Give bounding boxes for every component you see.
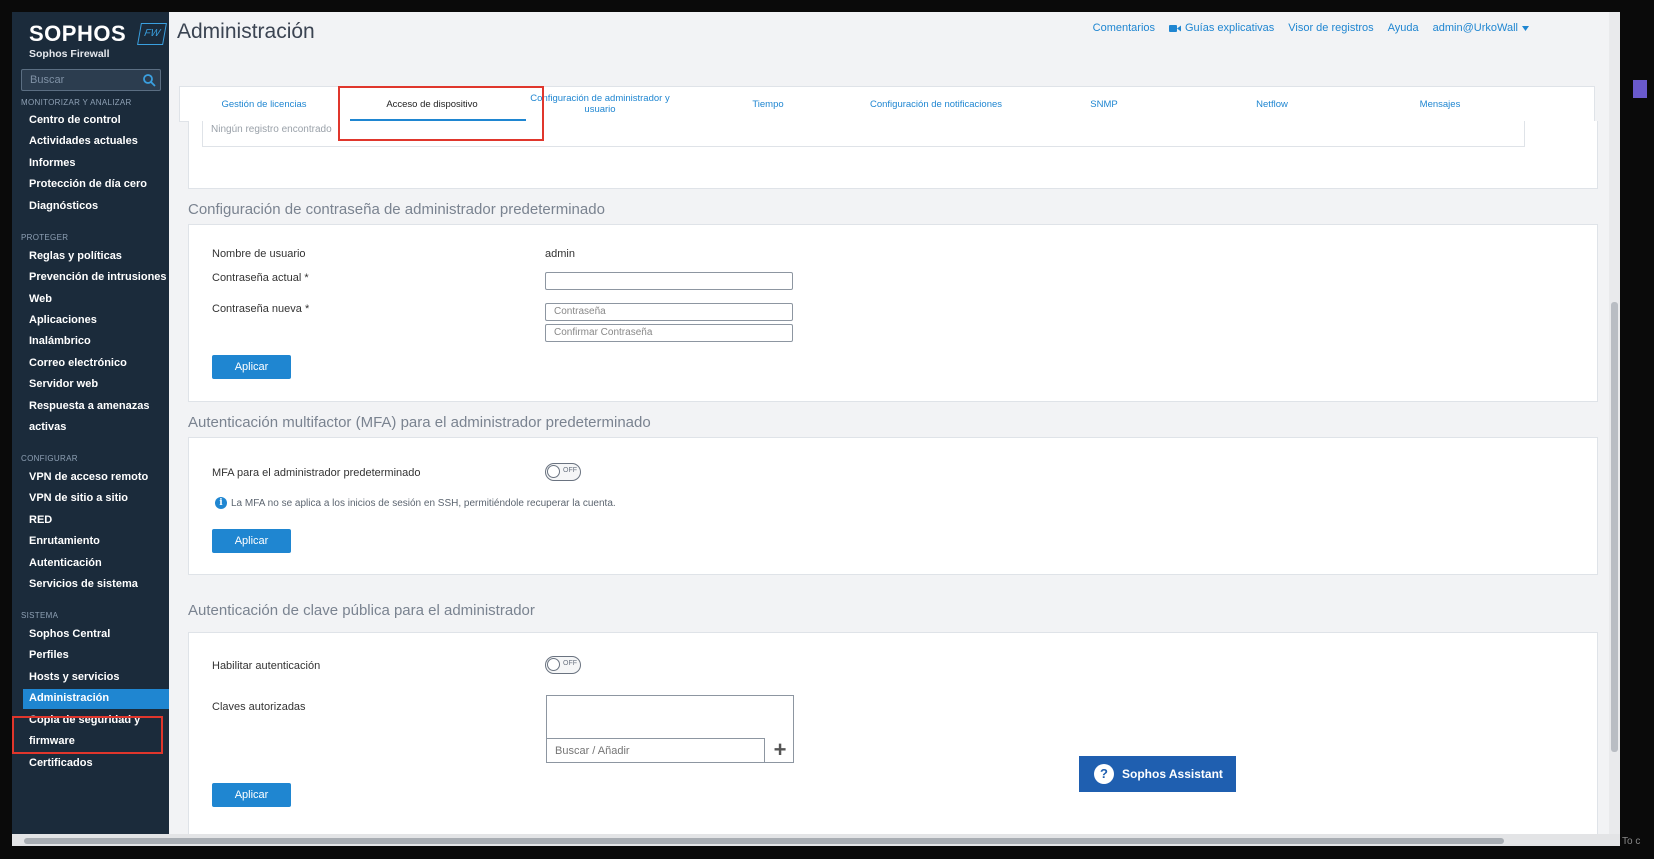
sidebar-item-control-center[interactable]: Centro de control [29, 114, 121, 126]
new-password-input[interactable]: Contraseña [545, 303, 793, 321]
sophos-assistant-button[interactable]: ? Sophos Assistant [1079, 756, 1236, 792]
toggle-state: OFF [563, 467, 577, 474]
info-icon: i [215, 497, 227, 509]
feedback-link[interactable]: Comentarios [1093, 22, 1155, 34]
toggle-knob [547, 465, 560, 478]
sidebar-item-system-services[interactable]: Servicios de sistema [29, 578, 138, 590]
video-camera-icon [1169, 24, 1181, 32]
top-links: Comentarios Guías explicativas Visor de … [1093, 22, 1529, 34]
sidebar-item-applications[interactable]: Aplicaciones [29, 314, 97, 326]
user-name: admin@UrkoWall [1432, 22, 1518, 34]
password-card: Nombre de usuario admin Contraseña actua… [188, 224, 1598, 402]
confirm-password-input[interactable]: Confirmar Contraseña [545, 324, 793, 342]
sidebar-highlight-box [12, 716, 163, 754]
apply-pubkey-button[interactable]: Aplicar [212, 783, 291, 807]
chevron-down-icon [1522, 25, 1529, 31]
sidebar-item-reports[interactable]: Informes [29, 157, 75, 169]
tab-highlight-box [338, 86, 544, 141]
sidebar-item-current-activities[interactable]: Actividades actuales [29, 135, 138, 147]
apply-mfa-button[interactable]: Aplicar [212, 529, 291, 553]
sidebar-item-authentication[interactable]: Autenticación [29, 557, 102, 569]
sidebar-item-webserver[interactable]: Servidor web [29, 378, 98, 390]
horizontal-scrollbar-thumb[interactable] [24, 838, 1504, 844]
search-icon[interactable] [142, 73, 156, 87]
empty-table-text: Ningún registro encontrado [211, 124, 332, 135]
section-monitor: MONITORIZAR Y ANALIZAR [21, 98, 132, 107]
user-menu[interactable]: admin@UrkoWall [1433, 22, 1529, 34]
toggle-state: OFF [563, 660, 577, 667]
guides-link-label: Guías explicativas [1185, 22, 1275, 34]
sidebar-search[interactable] [21, 69, 161, 91]
mfa-note: La MFA no se aplica a los inicios de ses… [231, 498, 616, 509]
mfa-label: MFA para el administrador predeterminado [212, 467, 421, 479]
section-system: SISTEMA [21, 611, 59, 620]
log-viewer-link[interactable]: Visor de registros [1288, 22, 1373, 34]
current-password-input[interactable] [545, 272, 793, 290]
vertical-scrollbar-thumb[interactable] [1611, 302, 1618, 752]
page-title: Administración [177, 20, 315, 43]
guides-link[interactable]: Guías explicativas [1169, 22, 1274, 34]
corner-text: To c [1622, 836, 1641, 847]
sidebar-item-rules[interactable]: Reglas y políticas [29, 250, 122, 262]
sidebar-item-profiles[interactable]: Perfiles [29, 649, 69, 661]
username-value: admin [545, 248, 575, 260]
sidebar-item-hosts[interactable]: Hosts y servicios [29, 671, 120, 683]
section-protect: PROTEGER [21, 233, 69, 242]
tab-time[interactable]: Tiempo [684, 87, 852, 123]
password-section-heading: Configuración de contraseña de administr… [188, 201, 605, 218]
tab-snmp[interactable]: SNMP [1020, 87, 1188, 123]
browser-window: SOPHOS FW Sophos Firewall MONITORIZAR Y … [12, 12, 1620, 846]
tab-notifications[interactable]: Configuración de notificaciones [852, 87, 1020, 123]
help-bubble-icon: ? [1094, 764, 1114, 784]
sidebar-item-zero-day[interactable]: Protección de día cero [29, 178, 147, 190]
pubkey-toggle[interactable]: OFF [545, 656, 581, 674]
sidebar-item-remote-vpn[interactable]: VPN de acceso remoto [29, 471, 148, 483]
add-key-plus-icon[interactable]: + [769, 739, 791, 761]
fw-badge: FW [137, 23, 167, 45]
mfa-toggle[interactable]: OFF [545, 463, 581, 481]
enable-auth-label: Habilitar autenticación [212, 660, 321, 672]
sidebar-item-threat-response[interactable]: Respuesta a amenazas [29, 400, 149, 412]
sidebar-item-routing[interactable]: Enrutamiento [29, 535, 100, 547]
authorized-keys-label: Claves autorizadas [212, 701, 306, 713]
side-marker [1633, 80, 1647, 98]
mfa-card: MFA para el administrador predeterminado… [188, 437, 1598, 575]
keys-search-input[interactable] [547, 738, 765, 762]
tab-messages[interactable]: Mensajes [1356, 87, 1524, 123]
assistant-label: Sophos Assistant [1122, 767, 1223, 781]
new-password-label: Contraseña nueva * [212, 303, 310, 315]
product-name: Sophos Firewall [29, 48, 110, 60]
sidebar-item-administration[interactable]: Administración [29, 692, 109, 704]
search-input[interactable] [22, 70, 134, 90]
brand-name: SOPHOS [29, 21, 127, 46]
apply-password-button[interactable]: Aplicar [212, 355, 291, 379]
tab-licenses[interactable]: Gestión de licencias [180, 87, 348, 123]
sidebar-item-wireless[interactable]: Inalámbrico [29, 335, 91, 347]
sidebar-item-sophos-central[interactable]: Sophos Central [29, 628, 110, 640]
sidebar-item-email[interactable]: Correo electrónico [29, 357, 127, 369]
current-password-label: Contraseña actual * [212, 272, 309, 284]
sidebar-item-certificates[interactable]: Certificados [29, 757, 93, 769]
sophos-logo: SOPHOS FW Sophos Firewall [29, 21, 167, 60]
sidebar-item-threat-response-cont[interactable]: activas [29, 421, 66, 433]
mfa-section-heading: Autenticación multifactor (MFA) para el … [188, 414, 651, 431]
help-link[interactable]: Ayuda [1388, 22, 1419, 34]
sidebar-item-site-vpn[interactable]: VPN de sitio a sitio [29, 492, 128, 504]
pubkey-card: Habilitar autenticación OFF Claves autor… [188, 632, 1598, 842]
tab-netflow[interactable]: Netflow [1188, 87, 1356, 123]
sidebar-item-diagnostics[interactable]: Diagnósticos [29, 200, 98, 212]
pubkey-section-heading: Autenticación de clave pública para el a… [188, 602, 535, 619]
sidebar-item-ips[interactable]: Prevención de intrusiones [29, 271, 167, 283]
username-label: Nombre de usuario [212, 248, 306, 260]
sidebar-item-web[interactable]: Web [29, 293, 52, 305]
section-configure: CONFIGURAR [21, 454, 78, 463]
sidebar-item-network[interactable]: RED [29, 514, 52, 526]
sidebar: SOPHOS FW Sophos Firewall MONITORIZAR Y … [12, 12, 169, 834]
toggle-knob [547, 658, 560, 671]
authorized-keys-box: + [546, 695, 794, 763]
